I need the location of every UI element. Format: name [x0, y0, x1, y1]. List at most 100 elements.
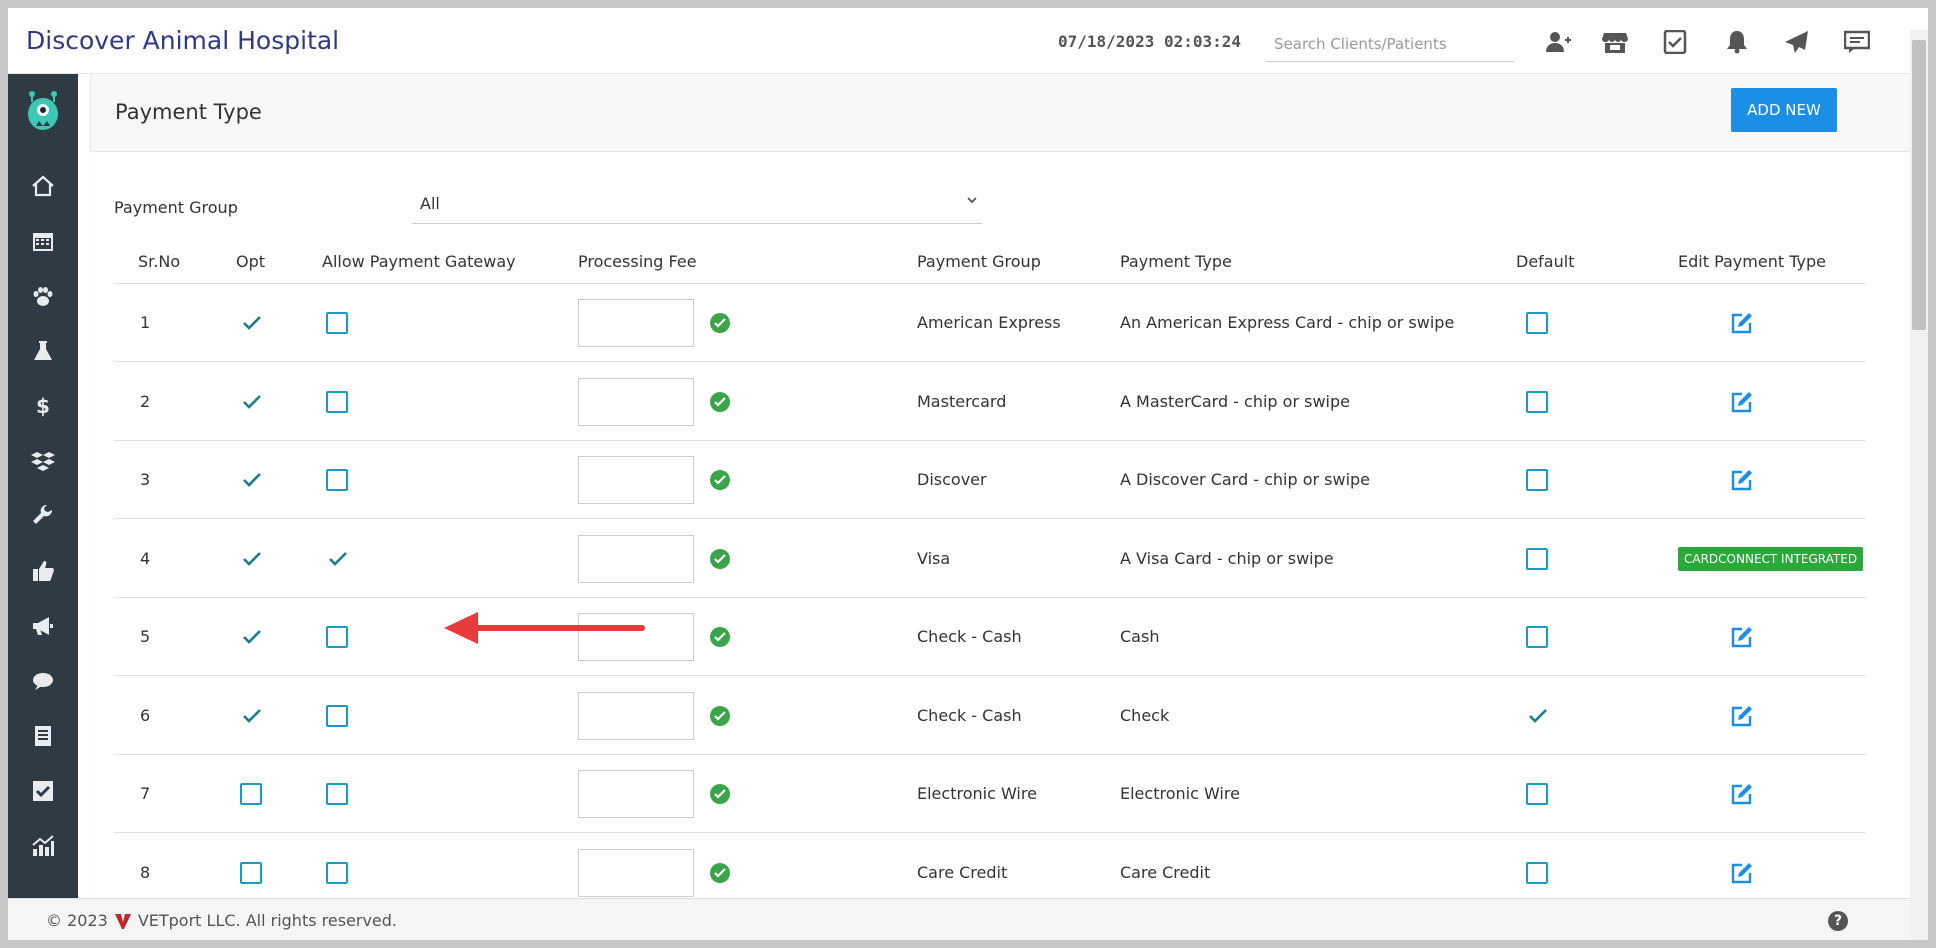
- opt-checkbox[interactable]: [240, 783, 262, 805]
- gateway-checkbox[interactable]: [326, 312, 348, 334]
- col-header-default: Default: [1516, 252, 1575, 271]
- task-check-icon[interactable]: [1662, 29, 1690, 55]
- processing-fee-input[interactable]: [578, 299, 694, 347]
- wrench-icon[interactable]: [28, 501, 58, 531]
- col-header-srno: Sr.No: [138, 252, 181, 271]
- thumbs-up-icon[interactable]: [28, 556, 58, 586]
- edit-icon[interactable]: [1730, 782, 1754, 806]
- send-icon[interactable]: [1784, 30, 1812, 54]
- default-checkbox[interactable]: [1526, 390, 1548, 413]
- payment-group: Check - Cash: [917, 627, 1022, 646]
- col-header-opt: Opt: [236, 252, 266, 271]
- processing-fee-input[interactable]: [578, 456, 694, 504]
- opt-checked-icon[interactable]: [240, 547, 264, 571]
- save-fee-icon[interactable]: [710, 862, 730, 883]
- opt-checked-icon[interactable]: [240, 625, 264, 649]
- processing-fee-input[interactable]: [578, 534, 694, 583]
- save-fee-icon[interactable]: [710, 705, 730, 726]
- calendar-icon[interactable]: [28, 226, 58, 256]
- save-fee-icon[interactable]: [710, 784, 730, 804]
- processing-fee-input[interactable]: [578, 848, 694, 897]
- edit-icon[interactable]: [1730, 861, 1754, 885]
- opt-checked-icon[interactable]: [240, 390, 264, 414]
- save-fee-icon[interactable]: [710, 470, 730, 490]
- payment-group: Mastercard: [917, 391, 1007, 411]
- default-checkbox[interactable]: [1526, 547, 1548, 570]
- add-new-button[interactable]: ADD NEW: [1731, 88, 1837, 132]
- payment-group-filter-label: Payment Group: [114, 198, 238, 217]
- checkbox-icon[interactable]: [28, 776, 58, 806]
- chevron-down-icon: [964, 192, 980, 208]
- default-checkbox[interactable]: [1526, 312, 1548, 334]
- payment-type: Cash: [1120, 627, 1160, 646]
- chart-icon[interactable]: [28, 831, 58, 861]
- default-checkbox[interactable]: [1526, 626, 1548, 648]
- payment-group: Visa: [917, 548, 951, 568]
- app-title[interactable]: Discover Animal Hospital: [26, 26, 339, 55]
- comments-icon[interactable]: [28, 666, 58, 696]
- default-checkbox[interactable]: [1526, 469, 1548, 491]
- opt-checkbox[interactable]: [240, 861, 262, 884]
- edit-icon[interactable]: [1730, 704, 1754, 728]
- default-checkbox[interactable]: [1526, 861, 1548, 884]
- table-row: 7 Electronic Wire Electronic Wire: [114, 755, 1866, 833]
- flask-icon[interactable]: [28, 336, 58, 366]
- payment-type: Care Credit: [1120, 862, 1211, 882]
- payment-type: A MasterCard - chip or swipe: [1120, 391, 1350, 411]
- gateway-checkbox[interactable]: [326, 469, 348, 491]
- col-header-processing-fee: Processing Fee: [578, 252, 697, 271]
- gateway-checkbox[interactable]: [326, 861, 348, 884]
- edit-icon[interactable]: [1730, 625, 1754, 649]
- payment-type: A Discover Card - chip or swipe: [1120, 470, 1371, 489]
- edit-icon[interactable]: [1730, 390, 1754, 414]
- sr-no: 1: [140, 313, 151, 332]
- boxes-icon[interactable]: [28, 446, 58, 476]
- gateway-checkbox[interactable]: [326, 704, 348, 727]
- payment-group: American Express: [917, 313, 1061, 332]
- save-fee-icon[interactable]: [710, 627, 730, 647]
- dollar-icon[interactable]: $: [28, 391, 58, 421]
- sr-no: 4: [140, 548, 151, 568]
- col-header-edit: Edit Payment Type: [1678, 252, 1826, 271]
- default-checkbox[interactable]: [1526, 783, 1548, 805]
- col-header-payment-type: Payment Type: [1120, 252, 1232, 271]
- paw-icon[interactable]: [28, 281, 58, 311]
- add-user-icon[interactable]: [1546, 30, 1574, 54]
- payment-group-select[interactable]: All: [412, 182, 982, 224]
- processing-fee-input[interactable]: [578, 377, 694, 426]
- vertical-scrollbar[interactable]: [1910, 30, 1928, 940]
- opt-checked-icon[interactable]: [240, 311, 264, 335]
- save-fee-icon[interactable]: [710, 548, 730, 569]
- chat-icon[interactable]: [1843, 30, 1872, 54]
- svg-text:$: $: [36, 394, 50, 418]
- default-checked-icon[interactable]: [1526, 704, 1550, 728]
- cardconnect-integrated-badge: CARDCONNECT INTEGRATED: [1678, 546, 1864, 571]
- bell-icon[interactable]: [1724, 30, 1752, 54]
- help-icon[interactable]: ?: [1828, 911, 1848, 931]
- megaphone-icon[interactable]: [28, 611, 58, 641]
- vetport-logo-icon: [114, 913, 131, 929]
- table-row: 3 Discover A Discover Card - chip or swipe: [114, 441, 1866, 519]
- ledger-icon[interactable]: [28, 721, 58, 751]
- processing-fee-input[interactable]: [578, 691, 694, 740]
- store-icon[interactable]: [1602, 30, 1630, 54]
- sidebar: $: [8, 74, 78, 898]
- app-logo[interactable]: [24, 88, 62, 132]
- processing-fee-input[interactable]: [578, 770, 694, 818]
- opt-checked-icon[interactable]: [240, 704, 264, 728]
- gateway-checkbox[interactable]: [326, 390, 348, 413]
- edit-icon[interactable]: [1730, 311, 1754, 335]
- gateway-checkbox[interactable]: [326, 626, 348, 648]
- opt-checked-icon[interactable]: [240, 468, 264, 492]
- scrollbar-thumb[interactable]: [1912, 40, 1926, 330]
- app-window: Discover Animal Hospital 07/18/2023 02:0…: [8, 8, 1928, 940]
- search-input[interactable]: [1266, 26, 1514, 62]
- save-fee-icon[interactable]: [710, 313, 730, 333]
- gateway-checked-icon[interactable]: [326, 547, 350, 571]
- payment-group: Electronic Wire: [917, 784, 1037, 803]
- edit-icon[interactable]: [1730, 468, 1754, 492]
- save-fee-icon[interactable]: [710, 391, 730, 412]
- page-title: Payment Type: [115, 100, 262, 124]
- gateway-checkbox[interactable]: [326, 783, 348, 805]
- home-icon[interactable]: [28, 171, 58, 201]
